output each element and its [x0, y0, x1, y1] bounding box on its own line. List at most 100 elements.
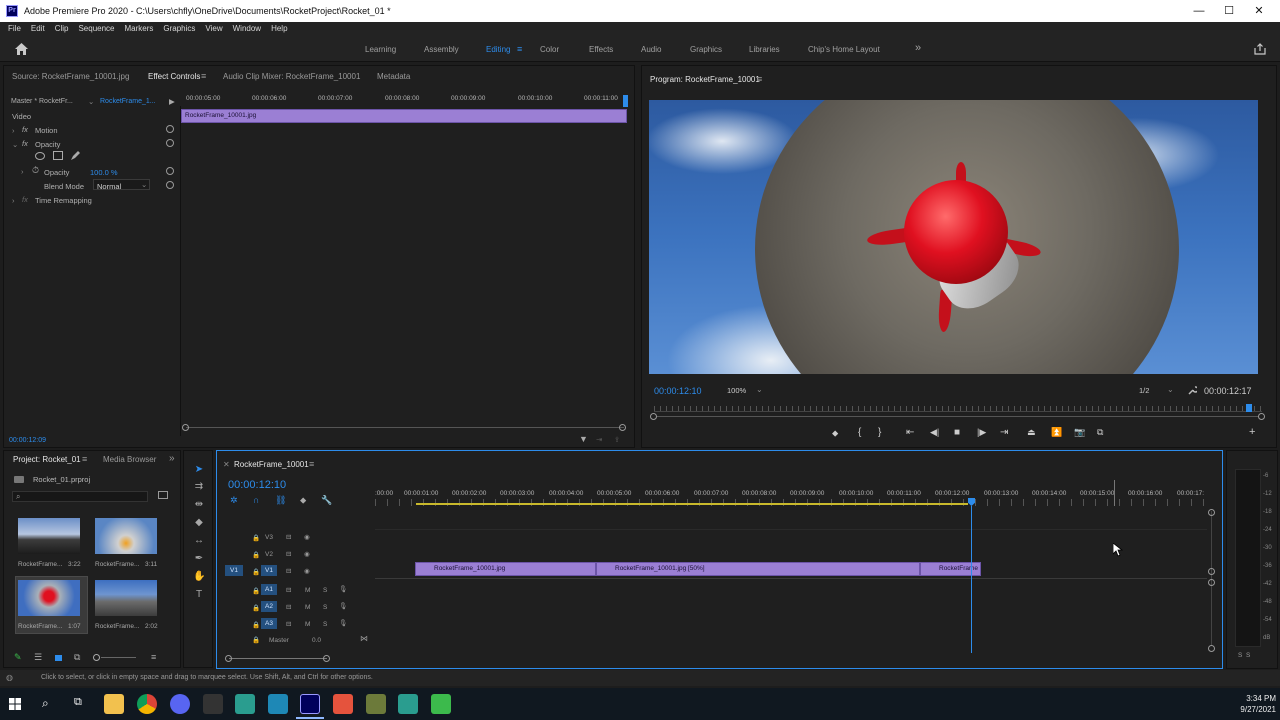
track-target-v1[interactable]: V1	[261, 565, 277, 576]
workspace-graphics[interactable]: Graphics	[690, 45, 722, 54]
minimize-button[interactable]: —	[1184, 3, 1214, 19]
stopwatch-icon[interactable]: ⏱	[32, 165, 39, 176]
sync-lock-icon[interactable]: ⊟	[286, 567, 291, 575]
reset-blend-icon[interactable]	[166, 181, 174, 189]
slip-tool-icon[interactable]: ↔	[193, 535, 205, 547]
thumbnail-rocketframe-4[interactable]	[95, 580, 157, 616]
menu-file[interactable]: File	[0, 22, 26, 36]
chevron-down-icon[interactable]: ⌄	[756, 385, 763, 394]
ec-scroll-handle-right[interactable]	[619, 424, 626, 431]
step-forward-icon[interactable]: |▶	[977, 427, 986, 438]
hand-tool-icon[interactable]: ✋	[193, 571, 205, 583]
workspace-learning[interactable]: Learning	[365, 45, 396, 54]
work-area-bar[interactable]	[416, 503, 968, 505]
track-label-v2[interactable]: V2	[265, 551, 273, 558]
go-to-out-icon[interactable]: ⇥	[1000, 427, 1008, 438]
tab-project[interactable]: Project: Rocket_01	[13, 455, 81, 464]
playback-resolution[interactable]: 1/2	[1139, 386, 1149, 395]
step-back-icon[interactable]: ◀|	[930, 427, 939, 438]
chevron-down-icon[interactable]: ⌄	[88, 97, 94, 106]
add-marker-icon[interactable]: ⬥	[832, 428, 838, 439]
fx-badge-icon[interactable]: fx	[22, 139, 28, 148]
app-green-icon[interactable]	[366, 694, 386, 714]
clip-v1-2[interactable]: RocketFrame_10001.jpg [50%]	[596, 562, 920, 576]
expand-arrow-icon[interactable]: ›	[12, 196, 15, 205]
scroll-handle[interactable]	[225, 655, 232, 662]
menu-markers[interactable]: Markers	[120, 22, 159, 36]
snap-icon[interactable]: ∩	[253, 495, 259, 505]
program-time-ruler[interactable]	[654, 406, 1262, 412]
search-icon[interactable]: ⌕	[42, 696, 49, 711]
premiere-pro-icon[interactable]	[300, 694, 320, 714]
workspace-assembly[interactable]: Assembly	[424, 45, 459, 54]
tab-effect-controls[interactable]: Effect Controls	[148, 72, 200, 81]
program-zoom-handle-left[interactable]	[650, 413, 657, 420]
fx-badge-icon[interactable]: fx	[22, 125, 28, 134]
close-sequence-icon[interactable]: ✕	[223, 460, 230, 469]
mark-out-icon[interactable]: }	[878, 427, 881, 438]
program-zoom-bar[interactable]	[657, 416, 1258, 417]
scroll-handle[interactable]	[323, 655, 330, 662]
opacity-value[interactable]: 100.0 %	[90, 168, 118, 177]
ec-timecode[interactable]: 00:00:12:09	[9, 437, 46, 444]
ec-scrollbar[interactable]	[186, 427, 624, 428]
sync-lock-icon[interactable]: ⊟	[286, 533, 291, 541]
app-c-icon[interactable]	[431, 694, 451, 714]
workspace-color[interactable]: Color	[540, 45, 559, 54]
workspace-libraries[interactable]: Libraries	[749, 45, 780, 54]
workspace-menu-icon[interactable]: ≡	[517, 44, 522, 54]
meter-solo-left[interactable]: S	[1238, 652, 1242, 659]
collapse-arrow-icon[interactable]: ⌄	[12, 140, 18, 149]
lock-icon[interactable]: 🔒	[252, 636, 260, 644]
wrench-icon[interactable]	[1187, 385, 1197, 395]
type-tool-icon[interactable]: T	[193, 589, 205, 601]
thumbnail-rocketframe-1[interactable]	[18, 518, 80, 554]
fx-opacity[interactable]: Opacity	[35, 140, 60, 149]
tab-menu-icon[interactable]: ≡	[309, 459, 314, 469]
razor-tool-icon[interactable]: ◆	[193, 517, 205, 529]
ec-playhead[interactable]	[623, 95, 628, 107]
clip-selector[interactable]: RocketFrame_1...	[100, 98, 156, 105]
chevron-down-icon[interactable]: ⌄	[1167, 385, 1174, 394]
program-zoom-handle-right[interactable]	[1258, 413, 1265, 420]
share-icon[interactable]	[1254, 43, 1266, 55]
extract-icon[interactable]: ⏫	[1051, 427, 1062, 438]
eye-icon[interactable]: ◉	[304, 550, 310, 558]
ec-scroll-handle-left[interactable]	[182, 424, 189, 431]
compare-view-icon[interactable]: ⧉	[1097, 427, 1103, 438]
fx-badge-icon[interactable]: fx	[22, 195, 28, 204]
thumbnail-rocketframe-2[interactable]	[95, 518, 157, 554]
microphone-icon[interactable]: 🎙	[339, 602, 347, 610]
expand-arrow-icon[interactable]: ›	[12, 126, 15, 135]
windows-start-icon[interactable]	[9, 698, 21, 710]
solo-button[interactable]: S	[323, 604, 327, 611]
go-to-in-icon[interactable]: ⇤	[906, 427, 914, 438]
workspace-chips-home-layout[interactable]: Chip's Home Layout	[808, 45, 880, 54]
add-marker-icon[interactable]: ⬥	[300, 495, 306, 506]
ellipse-mask-icon[interactable]	[35, 152, 45, 160]
reset-motion-icon[interactable]	[166, 125, 174, 133]
tab-sequence[interactable]: RocketFrame_10001	[234, 460, 309, 469]
blend-mode-select[interactable]: Normal ⌄	[93, 179, 150, 191]
microphone-icon[interactable]: 🎙	[339, 585, 347, 593]
zoom-slider[interactable]	[101, 657, 136, 658]
play-triangle-icon[interactable]: ▶	[169, 97, 175, 106]
app-m2-icon[interactable]	[398, 694, 418, 714]
button-editor-icon[interactable]: +	[1249, 426, 1255, 438]
scroll-handle[interactable]	[1208, 645, 1215, 652]
taskbar-clock[interactable]: 3:34 PM 9/27/2021	[1226, 693, 1276, 715]
workspace-audio[interactable]: Audio	[641, 45, 661, 54]
fx-time-remapping[interactable]: Time Remapping	[35, 196, 92, 205]
freeform-view-icon[interactable]: ⧉	[74, 652, 80, 663]
list-view-icon[interactable]: ☰	[34, 652, 42, 663]
menu-view[interactable]: View	[200, 22, 227, 36]
thumbnail-rocketframe-3[interactable]	[18, 580, 80, 616]
tab-source[interactable]: Source: RocketFrame_10001.jpg	[12, 72, 129, 81]
menu-edit[interactable]: Edit	[26, 22, 50, 36]
eye-icon[interactable]: ◉	[304, 567, 310, 575]
scroll-handle[interactable]	[1208, 509, 1215, 516]
sync-lock-icon[interactable]: ⊟	[286, 586, 291, 594]
lift-icon[interactable]: ⏏	[1027, 427, 1036, 438]
microphone-icon[interactable]: 🎙	[339, 619, 347, 627]
lock-icon[interactable]: 🔒	[252, 551, 260, 559]
